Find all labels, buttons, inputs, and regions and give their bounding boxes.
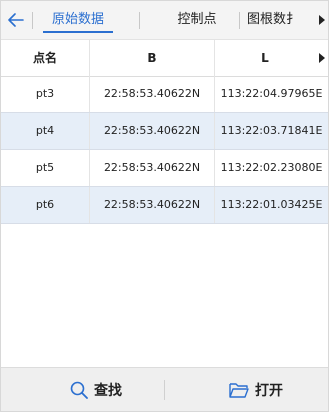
- tab-control-points-label: 控制点: [177, 12, 217, 27]
- cell-name: pt6: [35, 198, 55, 211]
- open-button-label: 打开: [255, 383, 283, 399]
- tab-traverse-data-label: 图根数扌: [247, 12, 300, 27]
- bottom-toolbar: 查找 打开: [1, 367, 328, 411]
- magnifier-icon: [70, 381, 88, 399]
- cell-b: 22:58:53.40622N: [103, 87, 201, 100]
- open-button[interactable]: 打开: [201, 368, 311, 411]
- find-button-label: 查找: [94, 383, 122, 399]
- cell-b: 22:58:53.40622N: [103, 161, 201, 174]
- back-button[interactable]: [1, 1, 31, 39]
- cell-l: 113:22:01.03425E: [220, 198, 323, 211]
- tab-separator: [32, 12, 33, 29]
- cell-l: 113:22:04.97965E: [220, 87, 323, 100]
- app-window: 原始数据 控制点 图根数扌 点名 B L pt3 22:58:53.40622N…: [0, 0, 329, 412]
- tab-bar: 原始数据 控制点 图根数扌: [1, 1, 328, 39]
- table-header: 点名 B L: [1, 39, 328, 77]
- cell-l: 113:22:03.71841E: [220, 124, 323, 137]
- tab-separator: [139, 12, 140, 29]
- tab-separator: [239, 12, 240, 29]
- triangle-right-icon[interactable]: [319, 53, 325, 63]
- toolbar-separator: [164, 380, 165, 400]
- tab-raw-data-label: 原始数据: [51, 12, 104, 27]
- cell-b: 22:58:53.40622N: [103, 198, 201, 211]
- tab-control-points[interactable]: 控制点: [157, 1, 237, 39]
- table-row[interactable]: pt3 22:58:53.40622N 113:22:04.97965E: [1, 76, 328, 113]
- cell-name: pt4: [35, 124, 55, 137]
- table-body: pt3 22:58:53.40622N 113:22:04.97965E pt4…: [1, 76, 328, 224]
- tab-raw-data[interactable]: 原始数据: [35, 1, 121, 39]
- cell-name: pt3: [35, 87, 55, 100]
- column-header-name[interactable]: 点名: [1, 40, 89, 76]
- find-button[interactable]: 查找: [41, 368, 151, 411]
- table-row[interactable]: pt4 22:58:53.40622N 113:22:03.71841E: [1, 113, 328, 150]
- cell-b: 22:58:53.40622N: [103, 124, 201, 137]
- arrow-left-icon: [8, 13, 24, 27]
- cell-name: pt5: [35, 161, 55, 174]
- column-header-l[interactable]: L: [215, 40, 315, 76]
- column-header-b[interactable]: B: [90, 40, 214, 76]
- tab-traverse-data[interactable]: 图根数扌: [247, 1, 317, 39]
- table-row[interactable]: pt6 22:58:53.40622N 113:22:01.03425E: [1, 187, 328, 224]
- table-row[interactable]: pt5 22:58:53.40622N 113:22:02.23080E: [1, 150, 328, 187]
- folder-open-icon: [229, 383, 249, 398]
- cell-l: 113:22:02.23080E: [220, 161, 323, 174]
- active-tab-indicator: [43, 31, 113, 33]
- triangle-right-icon[interactable]: [319, 15, 325, 25]
